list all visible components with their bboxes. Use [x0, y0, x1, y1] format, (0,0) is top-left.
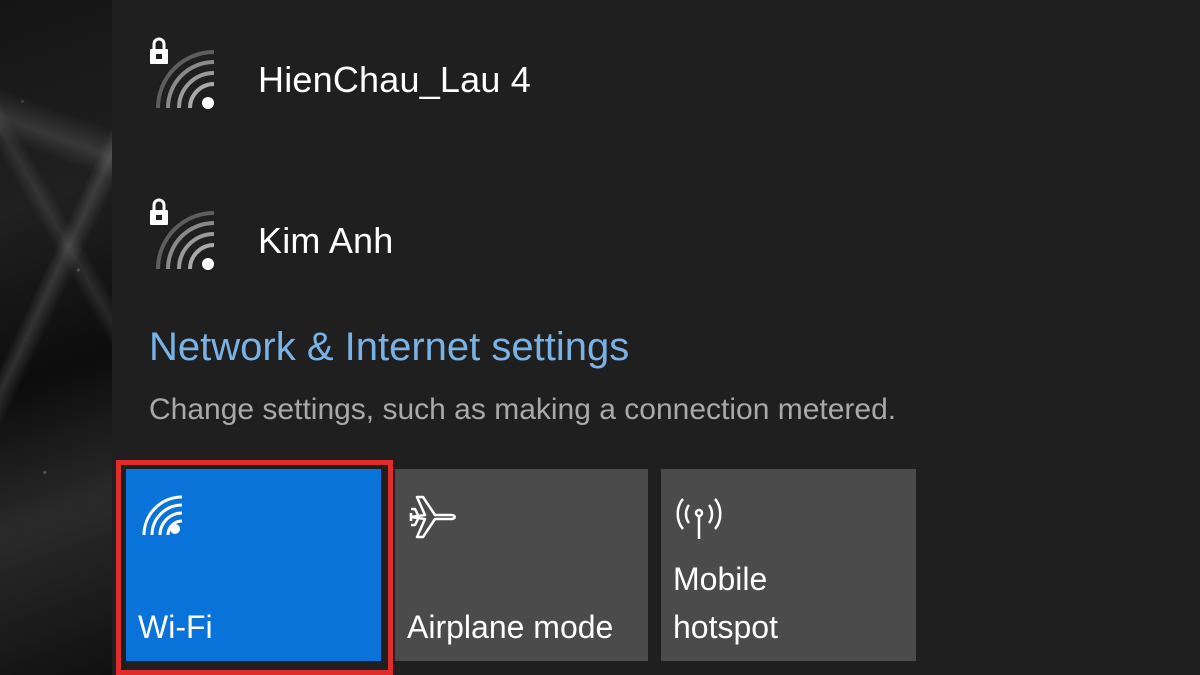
network-name: Kim Anh	[258, 220, 394, 261]
tile-label: Mobile hotspot	[673, 561, 778, 645]
tile-label: Airplane mode	[407, 609, 614, 645]
airplane-icon	[407, 491, 459, 548]
network-name: HienChau_Lau 4	[258, 59, 532, 100]
airplane-mode-tile[interactable]: Airplane mode	[395, 469, 648, 661]
wifi-toggle-tile[interactable]: Wi-Fi	[126, 469, 381, 661]
hotspot-icon	[673, 491, 725, 548]
network-item-kim-anh[interactable]: Kim Anh	[148, 196, 848, 286]
desktop-background	[0, 0, 112, 675]
wifi-secured-icon	[148, 196, 228, 286]
wifi-icon	[138, 491, 186, 544]
screen: HienChau_Lau 4 Kim Anh Network & Interne…	[0, 0, 1200, 675]
tile-label: Wi-Fi	[138, 609, 213, 645]
network-settings-description: Change settings, such as making a connec…	[149, 393, 897, 426]
network-item-hienchau[interactable]: HienChau_Lau 4	[148, 35, 848, 125]
network-settings-link[interactable]: Network & Internet settings	[149, 325, 629, 370]
network-flyout: HienChau_Lau 4 Kim Anh Network & Interne…	[112, 0, 1200, 675]
wifi-secured-icon	[148, 35, 228, 125]
mobile-hotspot-tile[interactable]: Mobile hotspot	[661, 469, 916, 661]
